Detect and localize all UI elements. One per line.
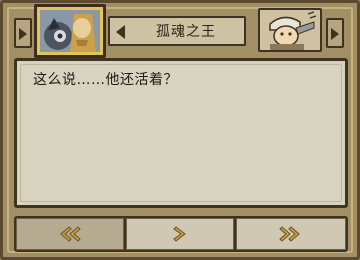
next-button[interactable] (126, 218, 234, 250)
dialog-text-panel: 这么说……他还活着？ (14, 58, 348, 208)
speaker-name: 孤魂之王 (156, 24, 216, 40)
speaker-name-plate: 孤魂之王 (108, 16, 246, 46)
listener-portrait[interactable] (258, 8, 322, 52)
arrow-left-icon (116, 25, 125, 39)
next-speaker-button[interactable] (326, 18, 344, 48)
ghost-king-portrait-icon (40, 10, 100, 52)
skip-button[interactable] (236, 218, 346, 250)
dialog-text: 这么说……他还活着？ (33, 72, 178, 88)
chevron-right-icon (173, 226, 186, 242)
back-button[interactable] (16, 218, 124, 250)
double-chevron-left-icon (60, 226, 81, 242)
soldier-portrait-icon (260, 10, 320, 50)
dialog-controls (14, 216, 348, 252)
arrow-right-icon (331, 28, 339, 40)
arrow-right-icon (19, 28, 27, 40)
double-chevron-right-icon (279, 226, 300, 242)
prev-speaker-button[interactable] (14, 18, 32, 48)
active-speaker-portrait[interactable] (34, 4, 106, 58)
